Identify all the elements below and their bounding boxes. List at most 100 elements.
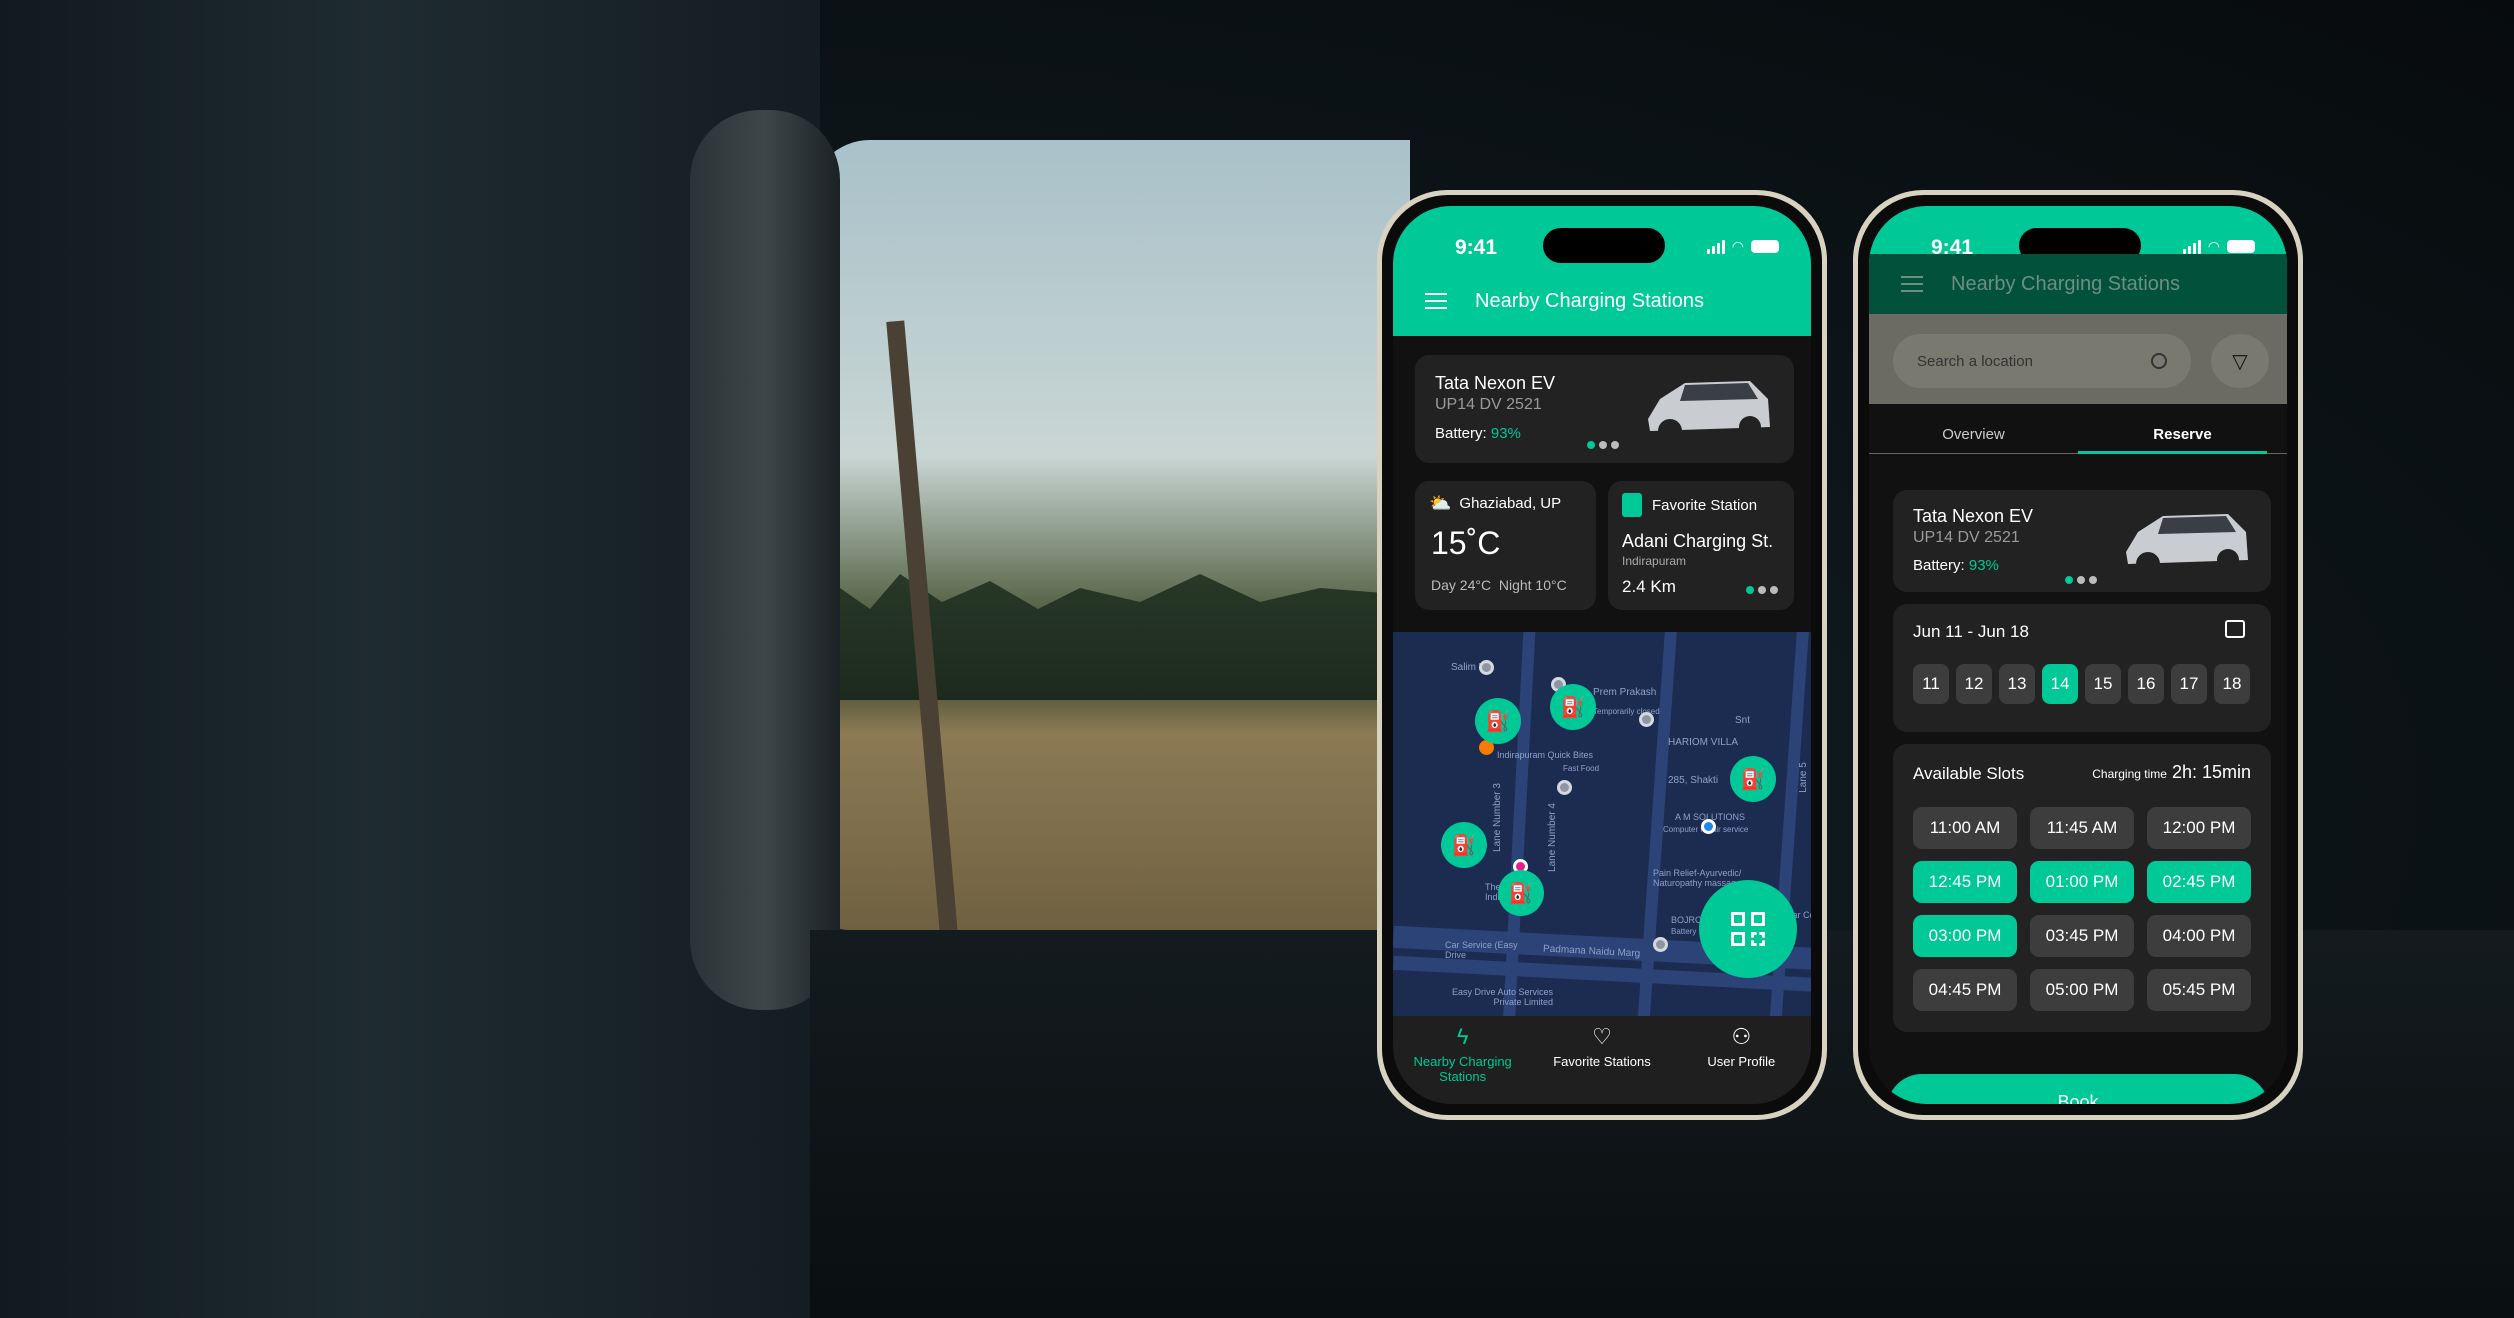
tab-reserve[interactable]: Reserve bbox=[2078, 414, 2287, 454]
book-button[interactable]: Book bbox=[1887, 1074, 2269, 1104]
map[interactable]: Salim 's Prem Prakash Temporarily closed… bbox=[1393, 632, 1811, 1027]
date-chip[interactable]: 16 bbox=[2128, 664, 2164, 704]
map-label: Prem Prakash bbox=[1593, 687, 1657, 698]
vehicle-plate: UP14 DV 2521 bbox=[1435, 396, 1542, 413]
map-label: Indirapuram Quick Bites bbox=[1497, 750, 1594, 760]
charging-station-marker[interactable]: ⛽ bbox=[1441, 822, 1487, 868]
time-slot[interactable]: 12:45 PM bbox=[1913, 861, 2017, 903]
filter-button[interactable]: ▽ bbox=[2211, 334, 2269, 388]
map-label: 285, Shakti bbox=[1668, 775, 1719, 786]
time-slot[interactable]: 04:45 PM bbox=[1913, 969, 2017, 1011]
partly-sunny-icon: ⛅ bbox=[1429, 493, 1452, 513]
user-icon: ⚇ bbox=[1731, 1024, 1752, 1049]
wifi-icon: ◠ bbox=[1731, 238, 1744, 254]
time-slot[interactable]: 12:00 PM bbox=[2147, 807, 2251, 849]
time-slot[interactable]: 01:00 PM bbox=[2030, 861, 2134, 903]
poi-pin[interactable] bbox=[1653, 937, 1668, 952]
poi-pin[interactable] bbox=[1639, 712, 1654, 727]
date-chip[interactable]: 13 bbox=[1999, 664, 2035, 704]
date-chip[interactable]: 14 bbox=[2042, 664, 2078, 704]
shop-pin[interactable] bbox=[1701, 819, 1716, 834]
temperature: 15˚C bbox=[1431, 525, 1501, 561]
date-chip[interactable]: 15 bbox=[2085, 664, 2121, 704]
station-distance: 2.4 Km bbox=[1622, 577, 1676, 596]
date-chip[interactable]: 11 bbox=[1913, 664, 1949, 704]
slots-card: Available Slots Charging time 2h: 15min 1… bbox=[1893, 744, 2271, 1032]
weather-location: Ghaziabad, UP bbox=[1459, 495, 1562, 512]
station-area: Indirapuram bbox=[1622, 554, 1687, 568]
car-pillar bbox=[690, 110, 840, 1010]
search-icon bbox=[2151, 353, 2167, 369]
charging-time-label: Charging time bbox=[2092, 767, 2167, 781]
carousel-dots[interactable] bbox=[2065, 576, 2097, 584]
date-chip[interactable]: 18 bbox=[2214, 664, 2250, 704]
date-chip[interactable]: 17 bbox=[2171, 664, 2207, 704]
poi-pin[interactable] bbox=[1557, 780, 1572, 795]
menu-icon[interactable] bbox=[1901, 276, 1923, 292]
slot-grid: 11:00 AM 11:45 AM 12:00 PM 12:45 PM 01:00 PM… bbox=[1913, 807, 2251, 1011]
qr-code-icon bbox=[1731, 912, 1765, 946]
road-label: Lane Number 3 bbox=[1491, 783, 1503, 852]
time-slot[interactable]: 05:45 PM bbox=[2147, 969, 2251, 1011]
app-header-dimmed: Nearby Charging Stations bbox=[1869, 254, 2287, 314]
battery-icon bbox=[1751, 240, 1779, 253]
carousel-dots[interactable] bbox=[1587, 441, 1619, 449]
battery-value: 93% bbox=[1968, 557, 1999, 574]
nav-favorite-stations[interactable]: ♡ Favorite Stations bbox=[1547, 1024, 1657, 1104]
phone-reserve: 9:41 ◠ Nearby Charging Stations Search a… bbox=[1853, 190, 2303, 1120]
menu-icon[interactable] bbox=[1425, 293, 1447, 309]
slots-title: Available Slots bbox=[1913, 764, 2025, 783]
charging-station-icon bbox=[1622, 493, 1642, 517]
search-input[interactable]: Search a location bbox=[1893, 334, 2191, 388]
poi-pin[interactable] bbox=[1479, 660, 1494, 675]
map-label: Snt bbox=[1735, 715, 1751, 726]
map-label: BOJRO bbox=[1671, 915, 1703, 925]
carousel-dots[interactable] bbox=[1746, 586, 1778, 594]
signal-icon bbox=[1706, 239, 1725, 254]
signal-icon bbox=[2182, 239, 2201, 254]
tab-overview[interactable]: Overview bbox=[1869, 414, 2078, 453]
vehicle-card[interactable]: Tata Nexon EV UP14 DV 2521 Battery: 93% bbox=[1893, 490, 2271, 592]
filter-icon: ▽ bbox=[2232, 350, 2248, 373]
calendar-icon[interactable] bbox=[2225, 620, 2245, 638]
favorite-station-card[interactable]: Favorite Station Adani Charging St. Indi… bbox=[1608, 481, 1794, 610]
charging-station-marker[interactable]: ⛽ bbox=[1498, 870, 1544, 916]
station-name: Adani Charging St. bbox=[1622, 531, 1774, 551]
battery-label: Battery: bbox=[1913, 557, 1965, 574]
page-title: Nearby Charging Stations bbox=[1475, 289, 1705, 312]
map-overlay: Search a location ▽ bbox=[1869, 314, 2287, 404]
time-slot[interactable]: 05:00 PM bbox=[2030, 969, 2134, 1011]
road-label: Lane 5 bbox=[1797, 762, 1809, 793]
time-slot[interactable]: 03:00 PM bbox=[1913, 915, 2017, 957]
map-label: Easy Drive Auto Services Private Limited bbox=[1451, 987, 1553, 1007]
time-slot[interactable]: 04:00 PM bbox=[2147, 915, 2251, 957]
night-temp: Night 10°C bbox=[1498, 577, 1567, 593]
qr-scan-button[interactable] bbox=[1699, 880, 1797, 978]
charging-station-marker[interactable]: ⛽ bbox=[1475, 698, 1521, 744]
map-label: Car Service (Easy Drive bbox=[1445, 940, 1518, 960]
nav-nearby-charging-stations[interactable]: ϟ Nearby Charging Stations bbox=[1408, 1024, 1518, 1104]
page-title: Nearby Charging Stations bbox=[1951, 272, 2181, 295]
road-label: Lane Number 4 bbox=[1546, 803, 1558, 872]
nav-label: User Profile bbox=[1707, 1054, 1776, 1069]
time-slot[interactable]: 11:45 AM bbox=[2030, 807, 2134, 849]
phone-home: 9:41 ◠ Nearby Charging Stations Tata Nex… bbox=[1377, 190, 1827, 1120]
wifi-icon: ◠ bbox=[2207, 238, 2220, 254]
charging-station-marker[interactable]: ⛽ bbox=[1550, 684, 1596, 730]
car-window-landscape bbox=[810, 140, 1410, 930]
app-header: Nearby Charging Stations bbox=[1393, 266, 1811, 336]
time-slot[interactable]: 03:45 PM bbox=[2030, 915, 2134, 957]
charging-station-marker[interactable]: ⛽ bbox=[1730, 756, 1776, 802]
vehicle-name: Tata Nexon EV bbox=[1913, 506, 2034, 526]
nav-user-profile[interactable]: ⚇ User Profile bbox=[1686, 1024, 1796, 1104]
battery-icon bbox=[2227, 240, 2255, 253]
time-slot[interactable]: 11:00 AM bbox=[1913, 807, 2017, 849]
date-chip[interactable]: 12 bbox=[1956, 664, 1992, 704]
time-slot[interactable]: 02:45 PM bbox=[2147, 861, 2251, 903]
vehicle-card[interactable]: Tata Nexon EV UP14 DV 2521 Battery: 93% bbox=[1415, 355, 1794, 463]
status-bar: 9:41 ◠ bbox=[1393, 206, 1811, 266]
day-temp: Day 24°C bbox=[1431, 577, 1492, 593]
battery-value: 93% bbox=[1490, 425, 1521, 442]
heart-icon: ♡ bbox=[1592, 1024, 1612, 1049]
clock: 9:41 bbox=[1455, 236, 1498, 259]
